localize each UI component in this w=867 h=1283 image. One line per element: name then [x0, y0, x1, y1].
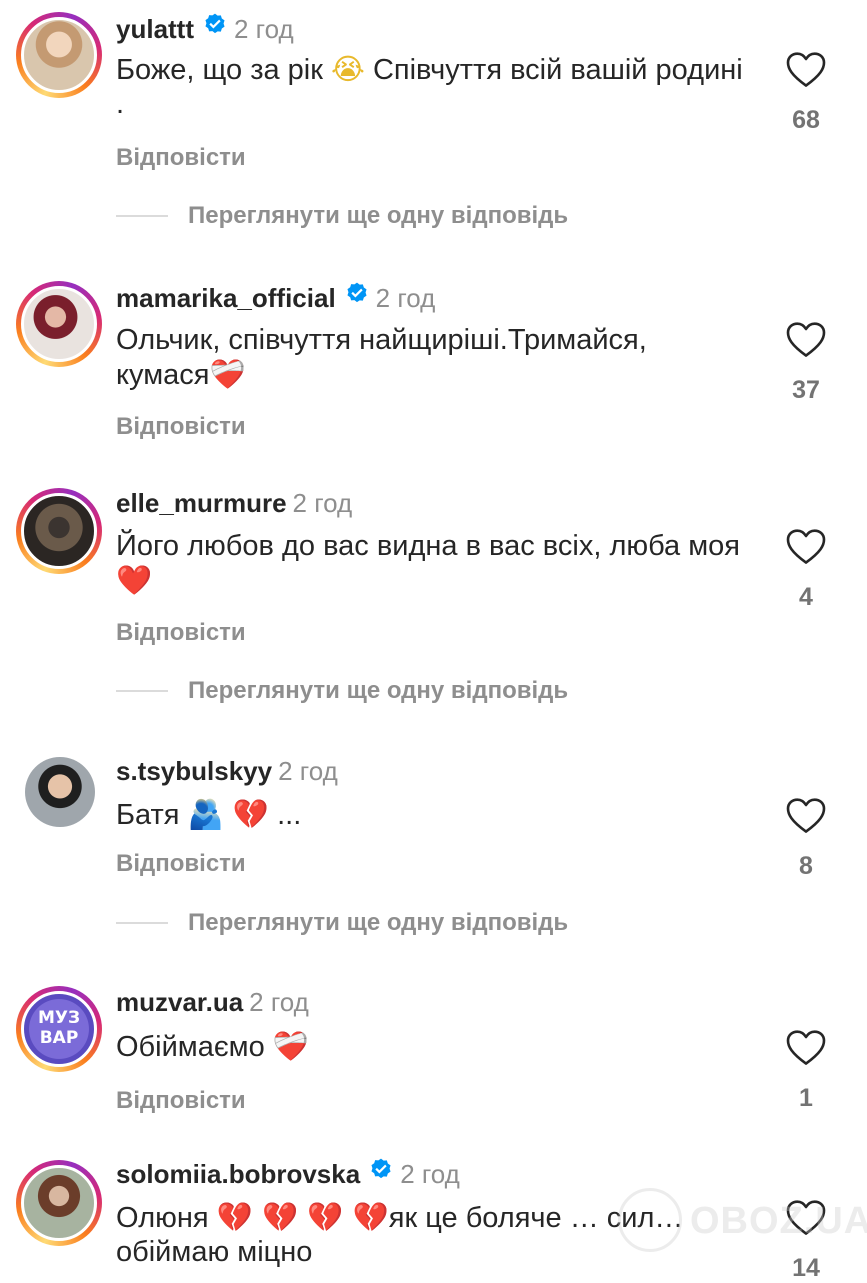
story-ring[interactable]: МУЗ ВАР [16, 986, 102, 1072]
avatar[interactable] [21, 286, 97, 362]
like-count: 1 [799, 1084, 813, 1112]
username[interactable]: solomiia.bobrovska [116, 1159, 360, 1189]
comment-header: muzvar.ua 2 год [116, 985, 309, 1019]
like-count: 8 [799, 852, 813, 880]
comment-header: s.tsybulskyy 2 год [116, 754, 338, 788]
comment-body: Батя [116, 799, 180, 831]
mending-heart-emoji: ❤️‍🩹 [209, 357, 246, 391]
view-more-replies-button[interactable]: Переглянути ще одну відповідь [116, 909, 568, 939]
view-more-replies-button[interactable]: Переглянути ще одну відповідь [116, 202, 568, 232]
comment-body: Обіймаємо [116, 1031, 265, 1063]
comment-body-continued: ... [277, 799, 302, 831]
verified-badge-icon [368, 1157, 394, 1191]
view-more-replies-label: Переглянути ще одну відповідь [188, 677, 569, 704]
like-control: 4 [784, 529, 828, 612]
replies-divider [116, 215, 168, 217]
reply-button[interactable]: Відповісти [116, 144, 246, 172]
comment-time: 2 год [234, 14, 294, 44]
watermark-logo-icon [618, 1188, 682, 1252]
avatar[interactable] [21, 17, 97, 93]
username[interactable]: yulattt [116, 14, 194, 44]
comment-time: 2 год [292, 488, 353, 518]
crying-emoji: 😭 [331, 52, 365, 86]
comment-text: Обіймаємо ❤️‍🩹 [116, 1029, 746, 1064]
story-ring[interactable] [16, 281, 102, 367]
comment-body: Його любов до вас видна в вас всіх, люба… [116, 530, 741, 562]
comment-header: yulattt 2 год [116, 12, 294, 48]
broken-hearts-emoji: 💔 💔 💔 💔 [216, 1200, 389, 1234]
heart-outline-icon[interactable] [786, 1030, 826, 1066]
view-more-replies-label: Переглянути ще одну відповідь [188, 909, 569, 936]
reply-button[interactable]: Відповісти [116, 850, 246, 878]
comment-time: 2 год [249, 987, 309, 1017]
avatar[interactable] [21, 493, 97, 569]
like-count: 4 [799, 583, 813, 611]
like-count: 37 [792, 376, 820, 404]
username[interactable]: muzvar.ua [116, 987, 243, 1017]
avatar[interactable] [25, 757, 95, 827]
avatar[interactable] [21, 1165, 97, 1241]
view-more-replies-button[interactable]: Переглянути ще одну відповідь [116, 677, 568, 707]
comment-header: elle_murmure 2 год [116, 486, 352, 520]
avatar[interactable]: МУЗ ВАР [21, 991, 97, 1067]
avatar-logo-text: МУЗ ВАР [37, 1008, 81, 1048]
reply-button[interactable]: Відповісти [116, 619, 246, 647]
comment-body: Ольчик, співчуття найщиріші.Тримайся, ку… [116, 324, 647, 391]
heart-outline-icon[interactable] [786, 52, 826, 88]
red-heart-emoji: ❤️ [116, 563, 153, 597]
oboz-watermark: OBOZ.UA [618, 1186, 867, 1256]
verified-badge-icon [344, 281, 370, 315]
comment-text: Ольчик, співчуття найщиріші.Тримайся, ку… [116, 323, 736, 392]
reply-button[interactable]: Відповісти [116, 413, 246, 441]
like-control: 68 [784, 52, 828, 135]
comment-body: Боже, що за рік [116, 54, 323, 86]
comment-time: 2 год [400, 1159, 460, 1189]
replies-divider [116, 690, 168, 692]
like-count: 14 [792, 1254, 820, 1282]
watermark-text: OBOZ.UA [690, 1200, 867, 1242]
avatar-container[interactable] [16, 748, 102, 834]
like-control: 1 [784, 1030, 828, 1113]
view-more-replies-label: Переглянути ще одну відповідь [188, 202, 569, 229]
comment-time: 2 год [375, 283, 436, 313]
verified-badge-icon [202, 12, 228, 46]
comment-time: 2 год [278, 756, 338, 786]
like-control: 8 [784, 798, 828, 881]
mending-heart-emoji: ❤️‍🩹 [272, 1029, 309, 1063]
replies-divider [116, 922, 168, 924]
reply-button[interactable]: Відповісти [116, 1087, 246, 1115]
comment-text: Його любов до вас видна в вас всіх, люба… [116, 529, 746, 598]
comment-text: Батя 🫂 💔 ... [116, 797, 746, 832]
comment-header: solomiia.bobrovska 2 год [116, 1157, 460, 1193]
heart-outline-icon[interactable] [786, 322, 826, 358]
comment-text: Боже, що за рік 😭 Співчуття всій вашій р… [116, 52, 746, 121]
comment-body: Олюня [116, 1202, 209, 1234]
username[interactable]: elle_murmure [116, 488, 287, 518]
like-control: 37 [784, 322, 828, 405]
hug-and-broken-heart-emoji: 🫂 💔 [187, 797, 270, 831]
username[interactable]: mamarika_official [116, 283, 336, 313]
heart-outline-icon[interactable] [786, 529, 826, 565]
comment-header: mamarika_official 2 год [116, 281, 435, 317]
heart-outline-icon[interactable] [786, 798, 826, 834]
username[interactable]: s.tsybulskyy [116, 756, 272, 786]
story-ring[interactable] [16, 1160, 102, 1246]
like-count: 68 [792, 106, 820, 134]
story-ring[interactable] [16, 488, 102, 574]
story-ring[interactable] [16, 12, 102, 98]
